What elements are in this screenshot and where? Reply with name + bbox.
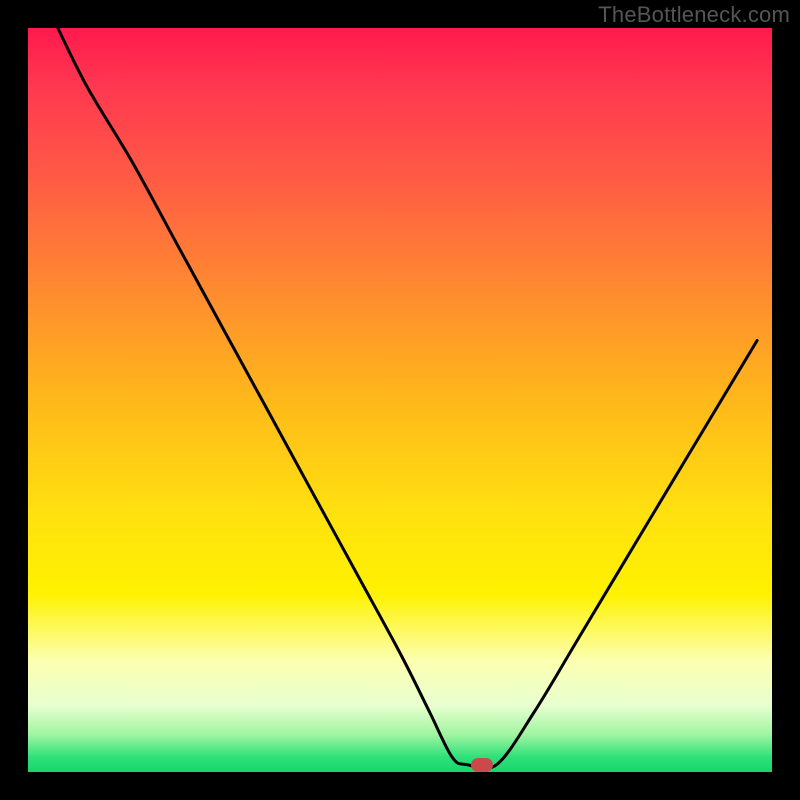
optimum-marker bbox=[471, 758, 493, 772]
chart-frame: TheBottleneck.com bbox=[0, 0, 800, 800]
attribution-label: TheBottleneck.com bbox=[598, 2, 790, 28]
bottleneck-curve bbox=[28, 28, 772, 772]
gradient-plot-area bbox=[28, 28, 772, 772]
